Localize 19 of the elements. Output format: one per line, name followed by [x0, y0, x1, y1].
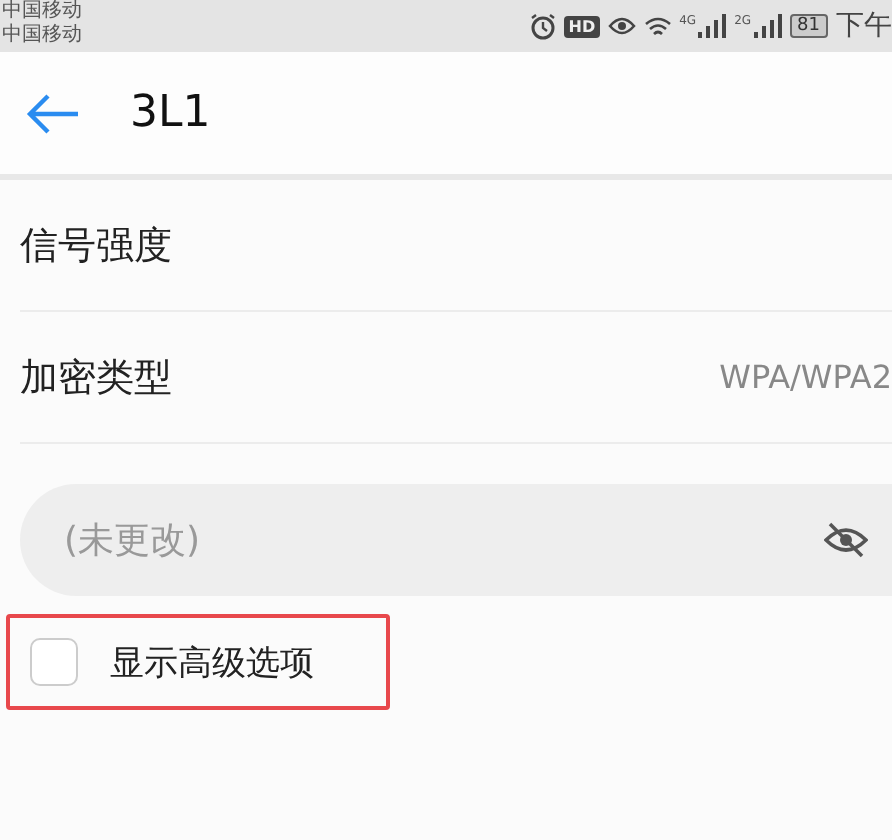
back-button[interactable]: [26, 91, 82, 135]
battery-level: 81: [789, 14, 828, 38]
password-field[interactable]: (未更改): [20, 484, 892, 596]
hide-password-icon[interactable]: [824, 522, 868, 558]
carrier-name: 中国移动: [2, 0, 82, 23]
wifi-icon: [643, 15, 672, 37]
network-name: 3L1: [130, 88, 211, 138]
alarm-icon: [530, 13, 557, 39]
field-value: WPA/WPA2: [719, 358, 892, 396]
checkbox-label: 显示高级选项: [110, 641, 314, 685]
field-label: 加密类型: [20, 353, 172, 403]
hd-badge: HD: [564, 15, 600, 37]
field-label: 信号强度: [20, 221, 172, 271]
eye-icon: [607, 16, 636, 36]
checkbox[interactable]: [30, 638, 78, 686]
carrier-name: 中国移动: [2, 24, 82, 48]
clock-time: 下午: [836, 8, 892, 44]
signal-icon: [698, 14, 727, 38]
signal-icon: [753, 14, 782, 38]
